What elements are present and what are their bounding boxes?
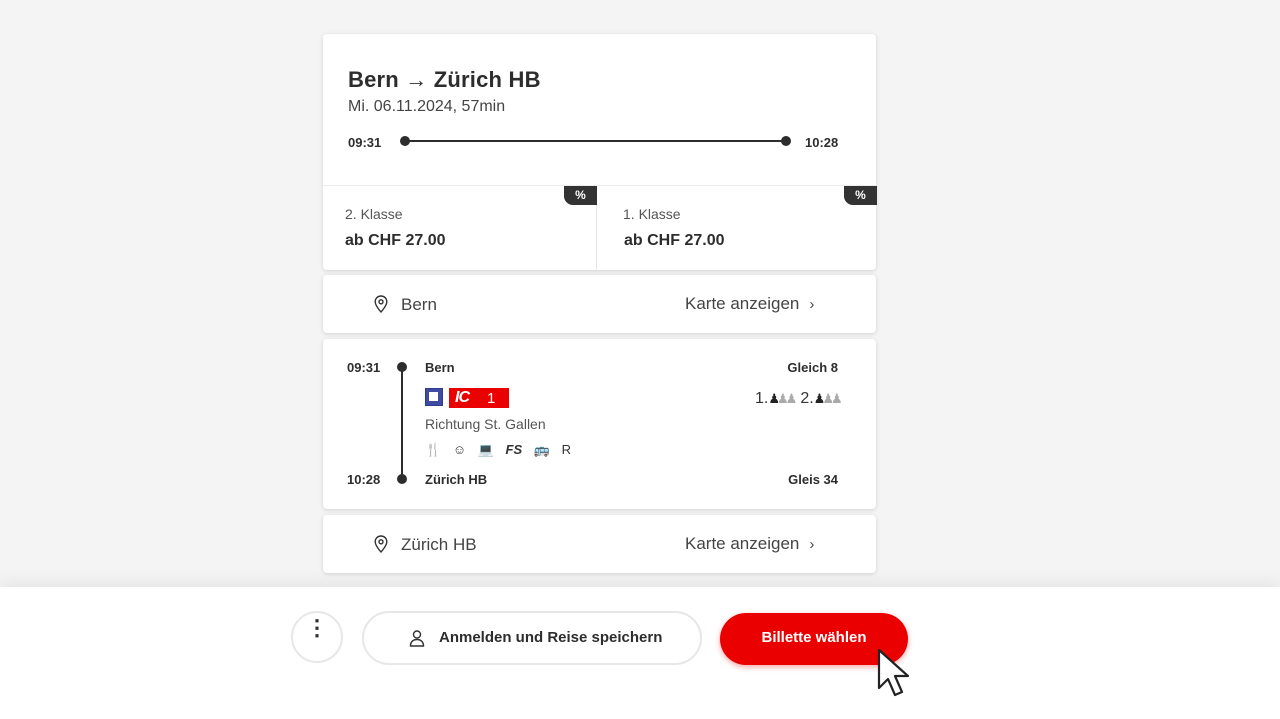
origin-show-map-link[interactable]: Karte anzeigen › <box>685 294 814 314</box>
leg-arrival-track: Gleis 34 <box>788 472 838 487</box>
timeline-departure-time: 09:31 <box>348 135 382 150</box>
map-link-label: Karte anzeigen <box>685 294 800 313</box>
train-category: IC <box>455 389 470 406</box>
timeline-line <box>405 140 786 142</box>
login-button-label: Anmelden und Reise speichern <box>439 629 663 646</box>
price-second-class[interactable]: 2. Klasse ab CHF 27.00 % <box>323 186 597 271</box>
first-class-occupancy-label: 1. <box>755 390 769 407</box>
user-icon <box>409 630 425 647</box>
train-badge[interactable]: IC 1 <box>449 388 509 408</box>
occupancy-icon: ♟♟♟ <box>768 391 797 406</box>
location-pin-icon <box>374 535 388 553</box>
class-label: 2. Klasse <box>345 206 403 222</box>
timeline-end-dot <box>781 136 791 146</box>
chevron-right-icon: › <box>809 536 815 553</box>
sbb-operator-icon <box>425 388 443 406</box>
bus-icon: 🚌 <box>533 442 550 457</box>
location-pin-icon <box>374 295 388 313</box>
select-tickets-label: Billette wählen <box>761 629 867 646</box>
connection-summary-card: Bern → Zürich HB Mi. 06.11.2024, 57min 0… <box>323 34 877 271</box>
fs-icon: FS <box>505 442 523 457</box>
occupancy-indicator: 1.♟♟♟ 2.♟♟♟ <box>755 390 846 408</box>
more-options-button[interactable]: ⋮ <box>291 611 343 663</box>
origin-station-card: Bern Karte anzeigen › <box>323 275 876 333</box>
leg-departure-station: Bern <box>425 360 455 375</box>
price-first-class[interactable]: 1. Klasse ab CHF 27.00 % <box>597 186 877 271</box>
train-number: 1 <box>487 390 496 407</box>
family-car-icon: ☺ <box>452 442 467 457</box>
train-direction: Richtung St. Gallen <box>425 416 546 432</box>
chevron-right-icon: › <box>809 296 815 313</box>
class-price: ab CHF 27.00 <box>624 232 725 249</box>
leg-departure-time: 09:31 <box>347 360 381 375</box>
class-price: ab CHF 27.00 <box>345 232 446 249</box>
route-title: Bern → Zürich HB <box>348 67 541 92</box>
discount-badge: % <box>564 186 597 205</box>
leg-line <box>401 366 403 478</box>
occupancy-icon: ♟♟♟ <box>813 391 843 406</box>
map-link-label: Karte anzeigen <box>685 534 800 553</box>
journey-leg-card: 09:31 Bern Gleich 8 IC 1 Richtung St. Ga… <box>323 339 876 509</box>
destination-station-name: Zürich HB <box>401 535 477 554</box>
laptop-icon: 💻 <box>477 442 494 457</box>
more-vertical-icon: ⋮ <box>306 615 328 640</box>
origin-station-name: Bern <box>401 295 437 314</box>
action-bar: ⋮ Anmelden und Reise speichern Billette … <box>0 587 1280 719</box>
login-save-trip-button[interactable]: Anmelden und Reise speichern <box>362 611 702 665</box>
price-row: 2. Klasse ab CHF 27.00 % 1. Klasse ab CH… <box>323 185 877 271</box>
destination-station-card: Zürich HB Karte anzeigen › <box>323 515 876 573</box>
destination-show-map-link[interactable]: Karte anzeigen › <box>685 534 814 554</box>
restaurant-icon: 🍴 <box>425 442 442 457</box>
amenities-list: 🍴 ☺ 💻 FS 🚌 R <box>425 442 579 458</box>
discount-badge: % <box>844 186 877 205</box>
leg-arrival-station: Zürich HB <box>425 472 488 487</box>
leg-arrival-time: 10:28 <box>347 472 381 487</box>
second-class-occupancy-label: 2. <box>800 390 814 407</box>
leg-departure-track: Gleich 8 <box>787 360 838 375</box>
reservation-icon: R <box>561 442 571 457</box>
route-date-duration: Mi. 06.11.2024, 57min <box>348 98 506 115</box>
leg-end-dot <box>397 474 407 484</box>
class-label: 1. Klasse <box>623 206 681 222</box>
timeline-arrival-time: 10:28 <box>805 135 839 150</box>
mouse-cursor-icon <box>877 648 910 697</box>
